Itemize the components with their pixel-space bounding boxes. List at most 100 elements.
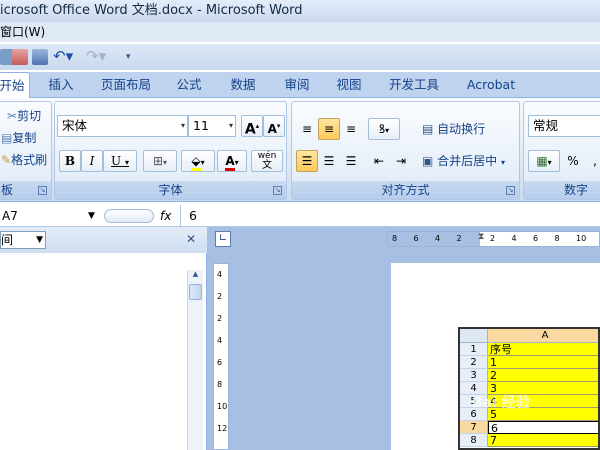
- spell-icon[interactable]: [12, 49, 28, 65]
- document-area: ∟ 8 6 4 2 2 4 6 8 10 ⧗ 4 2 2 4 6 8 10 12 A 1 序号 2 1 3 2 4 3 5 4 6…: [207, 227, 600, 450]
- ruler-tick-label: 6: [533, 234, 539, 243]
- insert-function-icon[interactable]: fx: [160, 207, 171, 225]
- row-number[interactable]: 3: [460, 369, 488, 382]
- cell-a[interactable]: 序号: [488, 343, 598, 356]
- decrease-indent-button[interactable]: ⇤: [368, 150, 390, 172]
- customize-qat-icon[interactable]: ▾: [126, 49, 142, 65]
- row-number[interactable]: 1: [460, 343, 488, 356]
- grow-font-button[interactable]: A▴: [241, 115, 263, 138]
- table-row[interactable]: 87: [460, 434, 598, 447]
- watermark-text: Bai 经验: [472, 395, 530, 411]
- ribbon-tabs: 开始 插入 页面布局 公式 数据 审阅 视图 开发工具 Acrobat: [0, 72, 600, 99]
- merge-center-button[interactable]: ▣ 合并后居中 ▾: [422, 153, 505, 171]
- font-launcher-icon[interactable]: ↘: [273, 186, 282, 195]
- number-format-value: 常规: [533, 118, 559, 133]
- italic-button[interactable]: I: [81, 150, 103, 172]
- column-header-a-label: A: [541, 330, 549, 341]
- tab-home[interactable]: 开始: [0, 72, 30, 99]
- tab-insert[interactable]: 插入: [44, 72, 78, 98]
- grow-font-label: A: [244, 121, 256, 138]
- number-format-combo[interactable]: 常规: [528, 115, 600, 137]
- ruler-tick-label: 10: [576, 234, 587, 243]
- cell-a[interactable]: 1: [488, 356, 598, 369]
- cell-a[interactable]: 2: [488, 369, 598, 382]
- tab-page-layout[interactable]: 页面布局: [96, 72, 156, 98]
- redo-icon[interactable]: ↷▾: [86, 49, 108, 65]
- font-size-combo[interactable]: 11 ▾: [188, 115, 236, 137]
- orientation-button[interactable]: ꝸ▾: [368, 118, 400, 140]
- horizontal-ruler[interactable]: 8 6 4 2 2 4 6 8 10 ⧗: [387, 231, 600, 247]
- shrink-font-button[interactable]: A▾: [263, 115, 285, 137]
- tab-developer[interactable]: 开发工具: [384, 72, 444, 98]
- align-right-icon: ☰: [345, 154, 357, 168]
- bold-button[interactable]: B: [59, 150, 81, 172]
- underline-button[interactable]: U ▾: [103, 150, 137, 172]
- scroll-thumb[interactable]: [189, 284, 202, 300]
- row-number[interactable]: 8: [460, 434, 488, 447]
- cut-button[interactable]: ✂剪切: [7, 108, 41, 124]
- name-box[interactable]: A7 ▼: [0, 207, 100, 225]
- clipboard-label-text: 板: [1, 183, 14, 197]
- save-icon[interactable]: [32, 49, 48, 65]
- align-top-button[interactable]: ≡: [296, 118, 318, 140]
- font-name-combo[interactable]: 宋体 ▾: [57, 115, 188, 137]
- task-pane-scrollbar[interactable]: ▲: [187, 270, 203, 450]
- increase-indent-button[interactable]: ⇥: [390, 150, 412, 172]
- font-group-label: 字体: [55, 181, 286, 199]
- undo-icon[interactable]: ↶▾: [53, 49, 75, 65]
- cell-a[interactable]: 7: [488, 434, 598, 447]
- accounting-format-button[interactable]: ▦▾: [528, 150, 560, 172]
- tab-view[interactable]: 视图: [332, 72, 366, 98]
- fill-color-button[interactable]: ⬙▾: [181, 150, 215, 172]
- formula-input[interactable]: 6: [189, 207, 197, 225]
- align-bottom-button[interactable]: ≡: [340, 118, 362, 140]
- align-right-button[interactable]: ☰: [340, 150, 362, 172]
- close-icon[interactable]: ✕: [186, 232, 196, 246]
- copy-button[interactable]: ▤复制: [1, 130, 36, 146]
- ribbon: ✂剪切 ▤复制 ✎格式刷 板 ↘ 宋体 ▾ 11 ▾ A▴ A▾ B I U ▾…: [0, 98, 600, 202]
- align-center-icon: ☰: [323, 154, 335, 168]
- row-number[interactable]: 7: [460, 421, 488, 434]
- tab-formulas[interactable]: 公式: [172, 72, 206, 98]
- comma-button[interactable]: ,: [584, 150, 600, 172]
- wrap-text-button[interactable]: ▤ 自动换行: [422, 121, 485, 137]
- table-row[interactable]: 21: [460, 356, 598, 369]
- ruler-tick-label: 4: [217, 270, 223, 279]
- font-color-button[interactable]: A▾: [217, 150, 247, 172]
- clipboard-launcher-icon[interactable]: ↘: [38, 186, 47, 195]
- menu-item-window[interactable]: 窗口(W): [0, 25, 45, 39]
- table-row[interactable]: 32: [460, 369, 598, 382]
- formula-bar-splitter[interactable]: [104, 209, 154, 223]
- table-row[interactable]: 1 序号: [460, 343, 598, 356]
- table-row[interactable]: 76: [460, 421, 598, 435]
- column-header-a[interactable]: A: [488, 329, 598, 343]
- number-group-label: 数字: [524, 181, 600, 199]
- select-all-corner[interactable]: [460, 329, 488, 343]
- align-center-button[interactable]: ☰: [318, 150, 340, 172]
- wrap-text-label: 自动换行: [437, 122, 486, 136]
- borders-button[interactable]: ⊞▾: [143, 150, 177, 172]
- tab-selector-icon[interactable]: ∟: [215, 231, 231, 247]
- indent-marker-icon[interactable]: ⧗: [478, 232, 484, 242]
- vertical-ruler[interactable]: 4 2 2 4 6 8 10 12: [213, 263, 229, 450]
- task-pane-dropdown[interactable]: 间 ▼: [0, 231, 46, 249]
- cell-a[interactable]: 6: [488, 421, 598, 435]
- scroll-up-icon[interactable]: ▲: [189, 270, 202, 283]
- cut-icon: ✂: [7, 109, 18, 123]
- format-painter-button[interactable]: ✎格式刷: [1, 152, 47, 168]
- tab-review[interactable]: 审阅: [280, 72, 314, 98]
- chevron-down-icon: ▼: [36, 235, 43, 245]
- embedded-spreadsheet[interactable]: A 1 序号 2 1 3 2 4 3 5 4 6 5 7 6 8 7: [458, 327, 600, 450]
- phonetic-guide-button[interactable]: wén 文: [251, 150, 283, 172]
- tab-data[interactable]: 数据: [226, 72, 260, 98]
- tab-acrobat[interactable]: Acrobat: [462, 72, 520, 98]
- chevron-down-icon: ▾: [234, 158, 239, 167]
- percent-button[interactable]: %: [562, 150, 584, 172]
- row-number[interactable]: 2: [460, 356, 488, 369]
- chevron-down-icon[interactable]: ▼: [88, 207, 95, 225]
- alignment-launcher-icon[interactable]: ↘: [506, 186, 515, 195]
- currency-icon: ▦: [536, 154, 548, 168]
- align-left-button[interactable]: ☰: [296, 150, 318, 172]
- align-middle-button[interactable]: ≡: [318, 118, 340, 140]
- shrink-font-label: A: [267, 122, 277, 136]
